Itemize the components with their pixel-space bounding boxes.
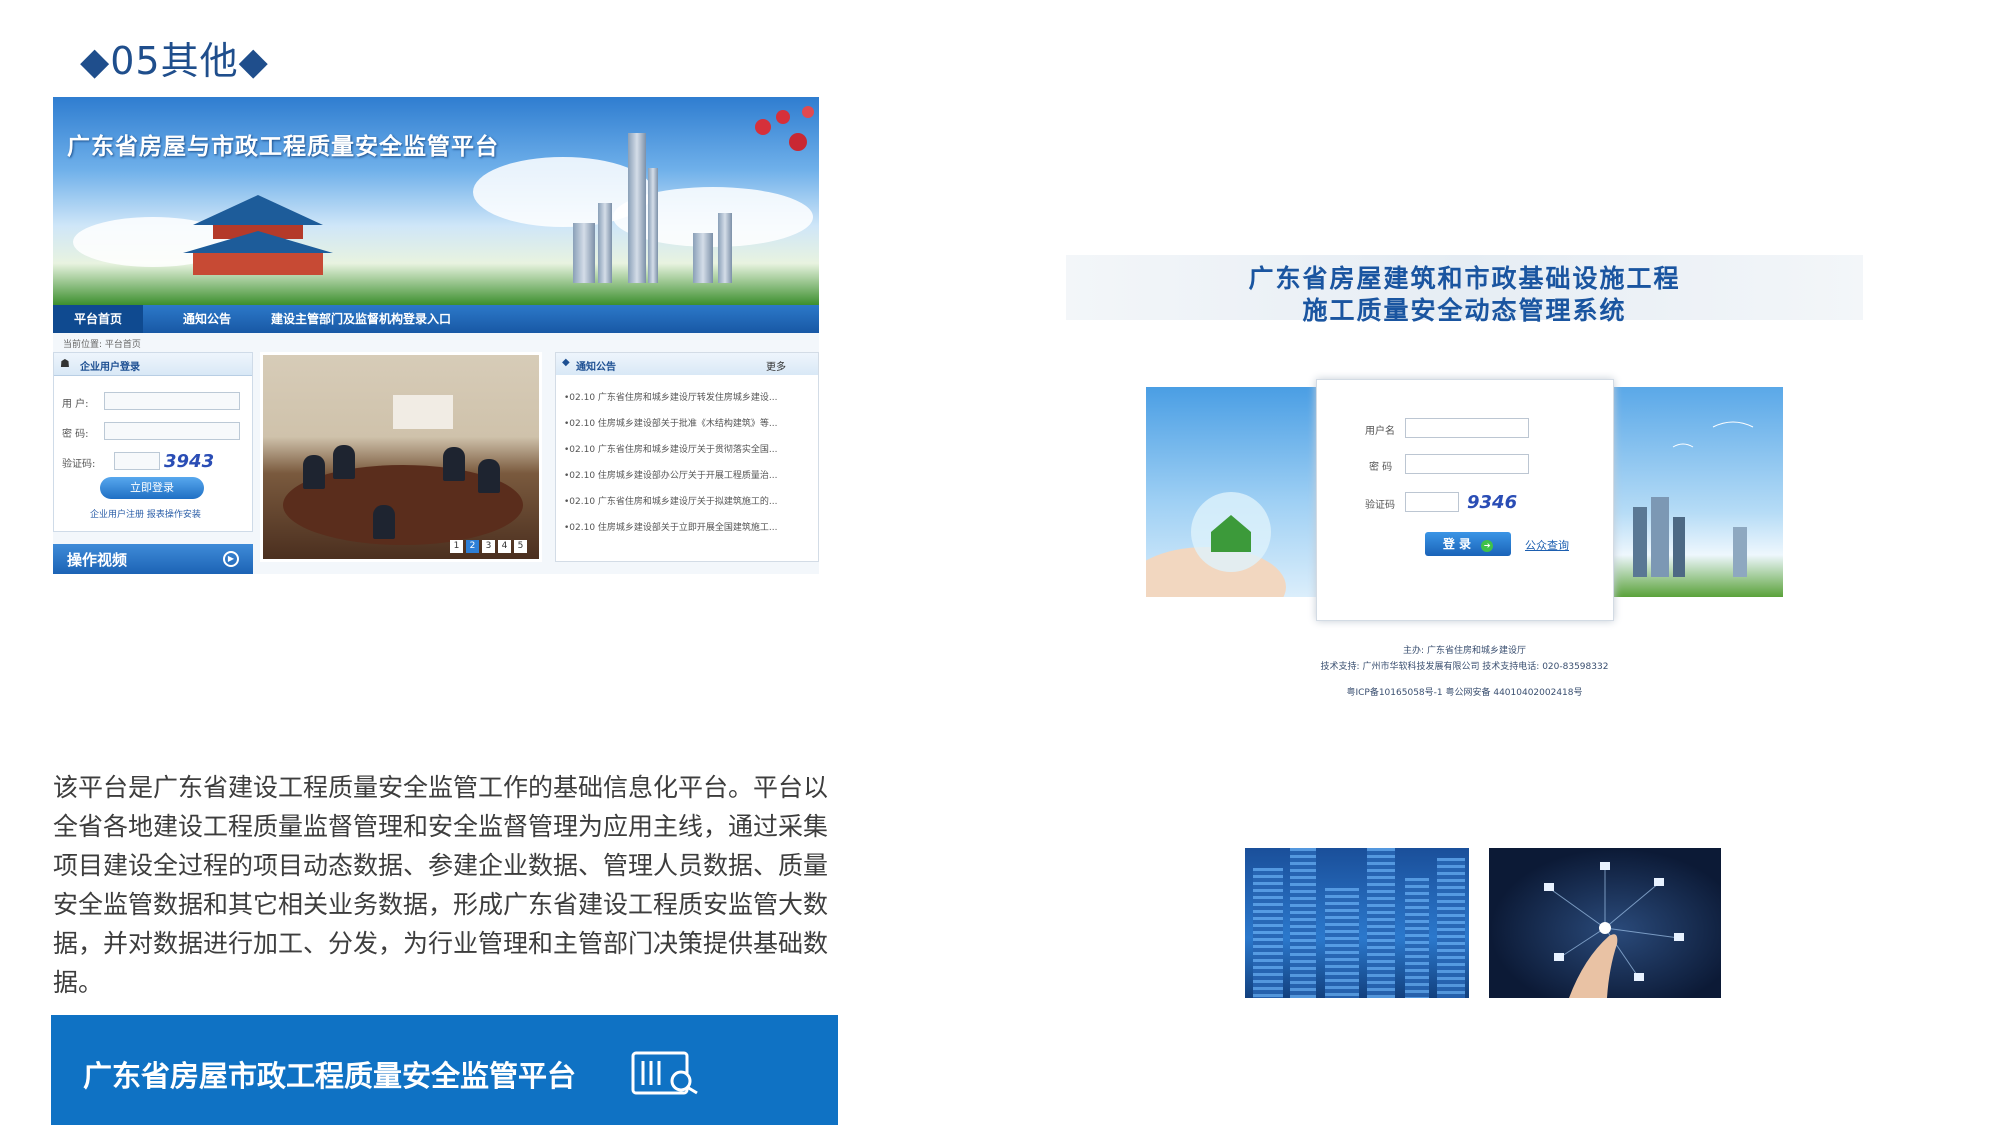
notice-more-link[interactable]: 更多 <box>766 358 786 373</box>
notice-item[interactable]: •02.10 广东省住房和城乡建设厅关于拟建筑施工的... <box>564 494 812 507</box>
password-label: 密 码: <box>62 429 89 440</box>
captcha-image[interactable]: 9346 <box>1467 492 1517 513</box>
public-query-link[interactable]: 公众查询 <box>1525 537 1569 553</box>
footer-icp[interactable]: 粤ICP备10165058号-1 粤公网安备 44010402002418号 <box>1066 685 1863 698</box>
meeting-photo-slider: 12345 <box>260 352 542 562</box>
password-input[interactable] <box>104 422 240 440</box>
captcha-label: 验证码 <box>1365 500 1395 511</box>
slider-pagination: 12345 <box>447 533 527 553</box>
nav-authority-login[interactable]: 建设主管部门及监督机构登录入口 <box>271 305 451 333</box>
user-label: 用 户: <box>62 399 89 410</box>
slider-page-3[interactable]: 3 <box>482 540 495 553</box>
captcha-input[interactable] <box>114 452 160 470</box>
operation-video-bar[interactable]: 操作视频 ▶ <box>53 544 253 574</box>
play-icon[interactable]: ▶ <box>223 551 239 567</box>
user-input[interactable] <box>104 392 240 410</box>
section-title: ◆05其他◆ <box>80 39 269 83</box>
slider-page-4[interactable]: 4 <box>498 540 511 553</box>
system-login-button[interactable]: 登 录 ➔ <box>1425 532 1511 556</box>
slider-page-1[interactable]: 1 <box>450 540 463 553</box>
tech-hand-thumbnail <box>1489 848 1721 998</box>
city-skyline-image <box>1613 387 1783 597</box>
top-nav: 平台首页 通知公告 建设主管部门及监督机构登录入口 <box>53 305 819 333</box>
system-login-form: 用户名 密 码 验证码 9346 登 录 ➔ 公众查询 <box>1316 379 1614 621</box>
temple-icon <box>183 195 333 275</box>
captcha-label: 验证码: <box>62 459 96 470</box>
footer-support: 技术支持: 广州市华软科技发展有限公司 技术支持电话: 020-83598332 <box>1320 662 1609 672</box>
platform-description: 该平台是广东省建设工程质量安全监管工作的基础信息化平台。平台以全省各地建设工程质… <box>53 773 829 997</box>
captcha-image[interactable]: 3943 <box>164 451 214 472</box>
slider-page-2[interactable]: 2 <box>466 540 479 553</box>
data-search-icon <box>631 1051 698 1095</box>
login-button[interactable]: 立即登录 <box>100 477 204 499</box>
house-in-hand-icon <box>1146 492 1286 597</box>
system-title-line1: 广东省房屋建筑和市政基础设施工程 <box>1248 264 1681 293</box>
breadcrumb: 当前位置: 平台首页 <box>63 340 141 350</box>
password-label: 密 码 <box>1369 462 1393 473</box>
login-button-label: 登 录 <box>1442 537 1471 551</box>
banner-title: 广东省房屋与市政工程质量安全监管平台 <box>67 134 499 160</box>
platform-banner: 广东省房屋与市政工程质量安全监管平台 <box>53 97 819 305</box>
operation-video-label: 操作视频 <box>67 551 128 569</box>
notice-item[interactable]: •02.10 广东省住房和城乡建设厅转发住房城乡建设... <box>564 390 812 403</box>
captcha-input[interactable] <box>1405 492 1459 512</box>
user-icon: ☗ <box>60 357 70 370</box>
notice-item[interactable]: •02.10 住房城乡建设部办公厅关于开展工程质量治... <box>564 468 812 481</box>
username-input[interactable] <box>1405 418 1529 438</box>
hand-house-image <box>1146 387 1316 597</box>
platform-title: 广东省房屋市政工程质量安全监管平台 <box>83 1059 577 1093</box>
city-buildings-thumbnail <box>1245 848 1469 998</box>
notice-panel: ◆ 通知公告 更多 •02.10 广东省住房和城乡建设厅转发住房城乡建设... … <box>555 352 819 562</box>
notice-item[interactable]: •02.10 广东省住房和城乡建设厅关于贯彻落实全国... <box>564 442 812 455</box>
slider-page-5[interactable]: 5 <box>514 540 527 553</box>
system-header: 广东省房屋建筑和市政基础设施工程 施工质量安全动态管理系统 <box>1066 255 1863 325</box>
nav-home[interactable]: 平台首页 <box>53 305 143 333</box>
nav-notice[interactable]: 通知公告 <box>183 305 231 333</box>
right-system-screenshot: 广东省房屋建筑和市政基础设施工程 施工质量安全动态管理系统 用户名 密 码 验证… <box>1066 255 1863 710</box>
login-links[interactable]: 企业用户注册 报表操作安装 <box>90 507 201 520</box>
footer-sponsor: 主办: 广东省住房和城乡建设厅 <box>1403 646 1526 656</box>
enterprise-login-panel: ☗ 企业用户登录 用 户: 密 码: 验证码: 3943 立即登录 企业用户注册… <box>53 352 253 532</box>
platform-title-bar: 广东省房屋市政工程质量安全监管平台 <box>51 1015 838 1125</box>
system-title-line2: 施工质量安全动态管理系统 <box>1302 296 1627 325</box>
notice-item[interactable]: •02.10 住房城乡建设部关于批准《木结构建筑》等... <box>564 416 812 429</box>
notice-title: 通知公告 <box>576 362 616 373</box>
skyline-icon <box>1633 421 1754 577</box>
network-touch-icon <box>1544 862 1684 998</box>
notice-bullet-icon: ◆ <box>562 357 570 368</box>
login-panel-header: ☗ 企业用户登录 <box>54 353 252 376</box>
arrow-circle-icon: ➔ <box>1481 540 1494 552</box>
flower-branch-icon <box>755 106 814 151</box>
notice-header: ◆ 通知公告 更多 <box>556 353 818 375</box>
password-input[interactable] <box>1405 454 1529 474</box>
notice-item[interactable]: •02.10 住房城乡建设部关于立即开展全国建筑施工... <box>564 520 812 533</box>
login-panel-title: 企业用户登录 <box>80 362 140 373</box>
left-platform-screenshot: 广东省房屋与市政工程质量安全监管平台 平台首页 通知公告 建设主管部门及监督机构… <box>53 97 819 574</box>
username-label: 用户名 <box>1365 426 1395 437</box>
